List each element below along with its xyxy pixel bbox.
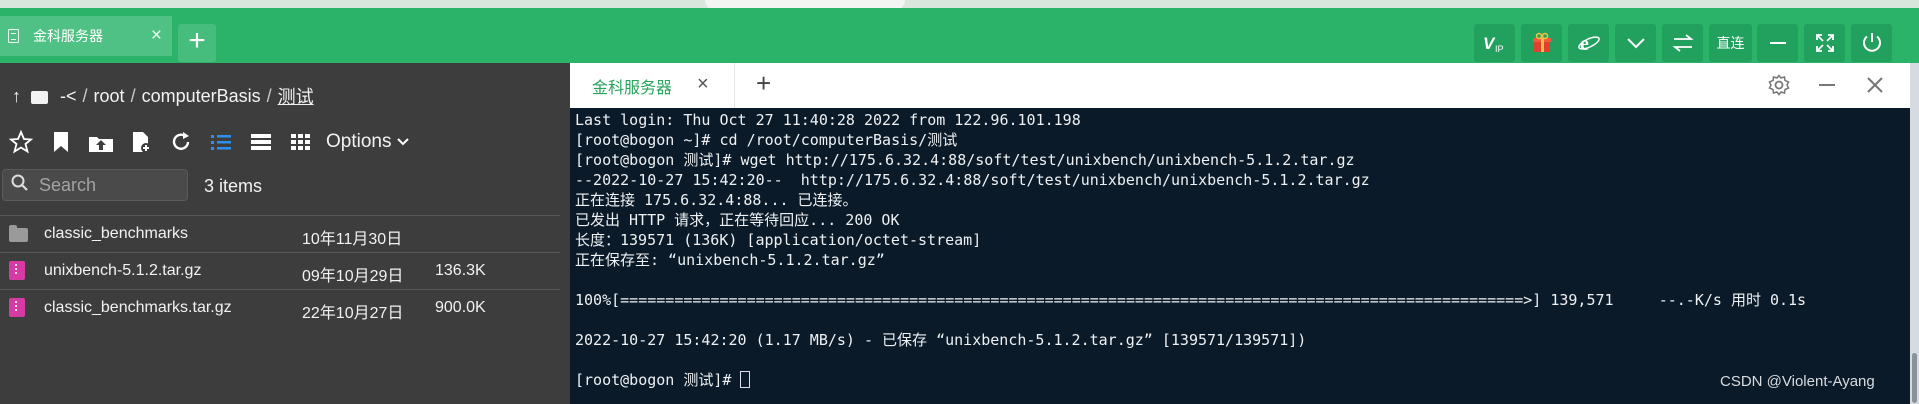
- terminal-output[interactable]: Last login: Thu Oct 27 11:40:28 2022 fro…: [570, 108, 1910, 404]
- folder-icon: [31, 90, 48, 104]
- gear-icon: [1768, 74, 1790, 96]
- terminal-scrollbar[interactable]: [1910, 63, 1919, 404]
- file-toolbar: Options: [8, 129, 409, 155]
- terminal-tab-label: 金科服务器: [592, 79, 673, 97]
- list-view-icon[interactable]: [208, 129, 234, 155]
- refresh-icon[interactable]: [168, 129, 194, 155]
- chevron-down-icon: [1626, 38, 1645, 49]
- terminal-line: 正在保存至: “unixbench-5.1.2.tar.gz”: [575, 251, 885, 269]
- breadcrumb-current[interactable]: 测试: [278, 83, 314, 109]
- breadcrumb-root-marker[interactable]: -<: [60, 86, 77, 107]
- scrollbar-thumb[interactable]: [1912, 353, 1917, 403]
- watermark: CSDN @Violent-Ayang: [1720, 373, 1875, 390]
- power-icon: [1862, 33, 1881, 52]
- terminal-prompt: [root@bogon 测试]#: [575, 371, 741, 389]
- options-dropdown[interactable]: Options: [326, 131, 409, 153]
- gift-button[interactable]: [1521, 24, 1562, 62]
- upload-folder-icon[interactable]: [88, 129, 114, 155]
- fullscreen-button[interactable]: [1804, 24, 1845, 62]
- file-row[interactable]: classic_benchmarks.tar.gz 22年10月27日 900.…: [0, 289, 560, 326]
- direct-connect-button[interactable]: 直连: [1709, 24, 1752, 62]
- new-file-icon[interactable]: [128, 129, 154, 155]
- gift-icon: [1532, 32, 1551, 52]
- file-name: unixbench-5.1.2.tar.gz: [44, 262, 202, 279]
- archive-icon: [9, 298, 25, 317]
- breadcrumb-separator: /: [266, 85, 272, 106]
- terminal-prompt-line[interactable]: [root@bogon 测试]#: [575, 370, 1905, 390]
- dropdown-button[interactable]: [1615, 24, 1656, 62]
- file-name: classic_benchmarks: [44, 225, 189, 242]
- file-row[interactable]: classic_benchmarks 10年11月30日: [0, 215, 560, 252]
- terminal-tab-bar: 金科服务器 × +: [570, 63, 1910, 108]
- breadcrumb-root[interactable]: root: [94, 86, 125, 107]
- terminal-line: Last login: Thu Oct 27 11:40:28 2022 fro…: [575, 111, 1081, 129]
- items-count: 3 items: [204, 176, 263, 196]
- search-box: [2, 169, 188, 201]
- terminal-panel: 金科服务器 × + Last login: Thu Oct 27 11:40:2…: [570, 63, 1910, 404]
- swap-icon: [1671, 34, 1694, 52]
- detail-view-icon[interactable]: [248, 129, 274, 155]
- session-tab-label: 金科服务器: [33, 28, 103, 44]
- terminal-close-button[interactable]: [1861, 71, 1889, 99]
- session-tab[interactable]: 金科服务器 ×: [0, 16, 172, 56]
- browser-icon: e: [1577, 33, 1600, 54]
- power-button[interactable]: [1851, 24, 1892, 62]
- terminal-line: [root@bogon ~]# cd /root/computerBasis/测…: [575, 131, 958, 149]
- terminal-line: 正在连接 175.6.32.4:88... 已连接。: [575, 191, 858, 209]
- breadcrumb: ↑ -< / root / computerBasis / 测试: [12, 83, 314, 109]
- terminal-line: --2022-10-27 15:42:20-- http://175.6.32.…: [575, 171, 1370, 189]
- up-directory-icon[interactable]: ↑: [12, 86, 21, 107]
- file-size: 136.3K: [435, 262, 486, 279]
- terminal-line: 已发出 HTTP 请求，正在等待回应... 200 OK: [575, 211, 900, 229]
- grid-view-icon[interactable]: [288, 129, 314, 155]
- terminal-cursor: [740, 371, 751, 388]
- star-icon[interactable]: [8, 129, 34, 155]
- terminal-line: 长度：139571 (136K) [application/octet-stre…: [575, 231, 982, 249]
- minimize-icon: [1819, 84, 1835, 86]
- close-icon: [1867, 77, 1883, 93]
- breadcrumb-separator: /: [130, 85, 136, 106]
- settings-button[interactable]: [1765, 71, 1793, 99]
- chevron-down-icon: [397, 138, 409, 146]
- file-list: classic_benchmarks 10年11月30日 unixbench-5…: [0, 215, 560, 326]
- file-manager-panel: ↑ -< / root / computerBasis / 测试 Options…: [0, 63, 570, 404]
- terminal-tab[interactable]: 金科服务器 ×: [570, 63, 735, 108]
- file-date: 09年10月29日: [302, 268, 404, 285]
- search-icon: [11, 174, 35, 197]
- vip-button[interactable]: V IP: [1474, 24, 1515, 62]
- search-input[interactable]: [39, 174, 179, 196]
- terminal-line: 2022-10-27 15:42:20 (1.17 MB/s) - 已保存 “u…: [575, 331, 1307, 349]
- terminal-line: 100%[===================================…: [575, 291, 1807, 309]
- switch-button[interactable]: [1662, 24, 1703, 62]
- terminal-minimize-button[interactable]: [1813, 71, 1841, 99]
- minimize-icon: [1769, 42, 1786, 44]
- terminal-line: [root@bogon 测试]# wget http://175.6.32.4:…: [575, 151, 1355, 169]
- session-tab-close-icon[interactable]: ×: [151, 25, 162, 47]
- file-date: 10年11月30日: [302, 231, 403, 248]
- new-terminal-button[interactable]: +: [756, 68, 771, 99]
- minimize-button[interactable]: [1757, 24, 1798, 62]
- options-label: Options: [326, 131, 392, 152]
- svg-text:IP: IP: [1495, 44, 1504, 54]
- bookmark-icon[interactable]: [48, 129, 74, 155]
- breadcrumb-separator: /: [82, 85, 88, 106]
- document-icon: [8, 29, 19, 43]
- archive-icon: [9, 261, 25, 280]
- new-session-button[interactable]: +: [178, 24, 216, 62]
- file-row[interactable]: unixbench-5.1.2.tar.gz 09年10月29日 136.3K: [0, 252, 560, 289]
- terminal-tab-close-icon[interactable]: ×: [697, 73, 709, 96]
- folder-icon: [9, 225, 28, 242]
- file-date: 22年10月27日: [302, 305, 404, 322]
- session-tab-bar: 金科服务器 × + V IP e 直连: [0, 8, 1919, 63]
- vip-icon: V IP: [1483, 34, 1504, 54]
- file-name: classic_benchmarks.tar.gz: [44, 299, 232, 316]
- breadcrumb-computerbasis[interactable]: computerBasis: [142, 86, 261, 107]
- file-size: 900.0K: [435, 299, 486, 316]
- browser-button[interactable]: e: [1568, 24, 1609, 62]
- fullscreen-icon: [1815, 34, 1834, 52]
